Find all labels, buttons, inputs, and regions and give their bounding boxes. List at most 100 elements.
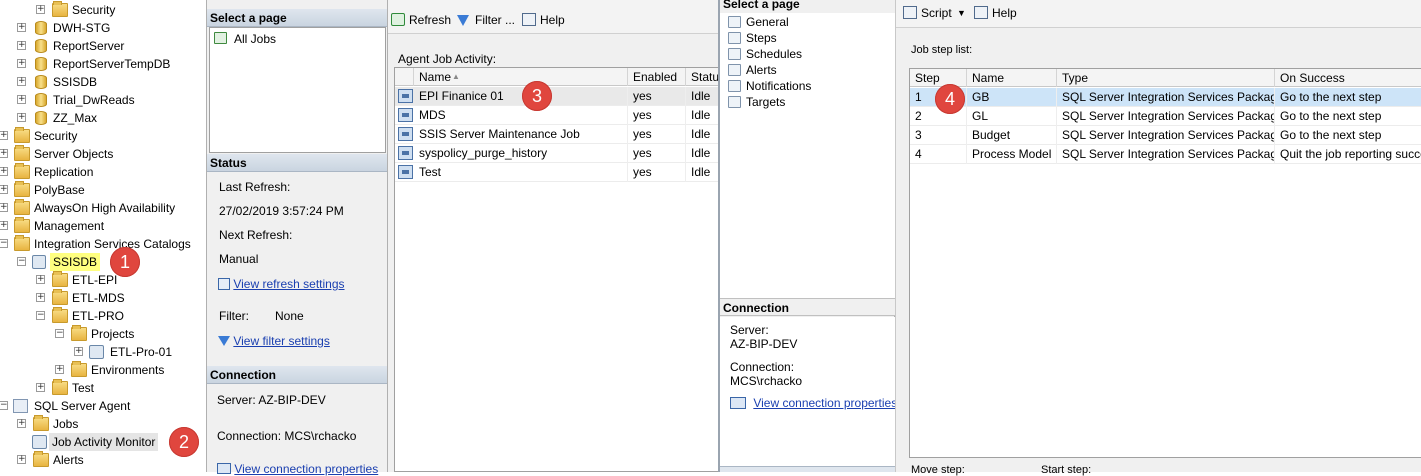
database-icon [35,111,47,125]
status-header: Status [207,154,387,172]
expand-icon[interactable]: + [0,149,8,158]
expand-icon[interactable]: + [0,131,8,140]
tree-node-integration-services-catalogs[interactable]: − Integration Services Catalogs [0,235,204,253]
view-refresh-settings-link[interactable]: View refresh settings [233,277,344,291]
expand-icon[interactable]: + [17,419,26,428]
help-button[interactable]: Help [522,11,565,29]
job-row[interactable]: MDS yes Idle [395,106,726,125]
move-step-label: Move step: [911,464,965,476]
step-row[interactable]: 3 Budget SQL Server Integration Services… [910,126,1421,145]
view-filter-settings-link[interactable]: View filter settings [233,334,330,348]
filter-button[interactable]: Filter ... [457,11,515,29]
connection-properties-link-row[interactable]: View connection properties [217,462,378,476]
column-header-type[interactable]: Type [1057,69,1275,87]
grid-header-icon-col [395,68,414,86]
column-header-enabled[interactable]: Enabled [628,68,686,86]
help-icon [974,6,988,19]
tree-node-alerts[interactable]: + Alerts [17,451,197,469]
job-row[interactable]: syspolicy_purge_history yes Idle [395,144,726,163]
help-button[interactable]: Help [974,4,1017,22]
tree-node-etl-pro-01[interactable]: + ETL-Pro-01 [74,343,204,361]
connection-properties-icon [217,463,231,474]
collapse-icon[interactable]: − [0,239,8,248]
tree-node-sql-server-agent[interactable]: − SQL Server Agent [0,397,199,415]
start-step-label: Start step: [1041,464,1092,476]
expand-icon[interactable]: + [36,293,45,302]
tree-node-management[interactable]: + Management [0,217,199,235]
expand-icon[interactable]: + [0,167,8,176]
connection-header: Connection [720,298,895,316]
script-button[interactable]: Script [903,4,952,22]
expand-icon[interactable]: + [17,455,26,464]
tree-node-replication[interactable]: + Replication [0,163,199,181]
expand-icon[interactable]: + [55,365,64,374]
job-row[interactable]: SSIS Server Maintenance Job yes Idle [395,125,726,144]
folder-icon [14,217,30,233]
column-header-on-success[interactable]: On Success [1275,69,1421,87]
expand-icon[interactable]: + [17,23,26,32]
expand-icon[interactable]: + [17,113,26,122]
job-icon [398,146,413,160]
script-dropdown-arrow[interactable]: ▼ [957,4,966,22]
tree-node-ssisdb-catalog[interactable]: − SSISDB [17,253,117,271]
tree-node-alwayson[interactable]: + AlwaysOn High Availability [0,199,204,217]
expand-icon[interactable]: + [0,185,8,194]
step-row[interactable]: 1 GB SQL Server Integration Services Pac… [910,88,1421,107]
tree-node-dwh-stg[interactable]: + DWH-STG [17,19,197,37]
tree-node-projects[interactable]: − Projects [55,325,195,343]
folder-icon [71,325,87,341]
refresh-settings-link-row[interactable]: View refresh settings [218,277,345,291]
job-row[interactable]: EPI Finanice 01 yes Idle [395,87,726,106]
column-header-step[interactable]: Step [910,69,967,87]
tree-node-jobs[interactable]: + Jobs [17,415,197,433]
folder-icon [14,199,30,215]
page-icon [728,48,741,60]
tree-node-trial-dwreads[interactable]: + Trial_DwReads [17,91,197,109]
expand-icon[interactable]: + [36,383,45,392]
connection-properties-link-row[interactable]: View connection properties [730,396,897,410]
expand-icon[interactable]: + [17,59,26,68]
steps-toolbar: Script ▼ Help [896,0,1421,28]
expand-icon[interactable]: + [36,5,45,14]
job-row[interactable]: Test yes Idle [395,163,726,182]
tree-node-security[interactable]: + Security [0,127,199,145]
tree-node-etl-mds[interactable]: + ETL-MDS [36,289,196,307]
next-refresh-value: Manual [219,252,259,266]
tree-node-server-objects[interactable]: + Server Objects [0,145,199,163]
column-header-name[interactable]: Name [967,69,1057,87]
tree-node-ssisdb-database[interactable]: + SSISDB [17,73,197,91]
step-row[interactable]: 4 Process Model SQL Server Integration S… [910,145,1421,164]
collapse-icon[interactable]: − [17,257,26,266]
select-page-header: Select a page [207,9,387,27]
view-connection-properties-link[interactable]: View connection properties [753,396,897,410]
expand-icon[interactable]: + [17,41,26,50]
tree-node-polybase[interactable]: + PolyBase [0,181,199,199]
collapse-icon[interactable]: − [36,311,45,320]
expand-icon[interactable]: + [0,221,8,230]
tree-node-zz-max[interactable]: + ZZ_Max [17,109,197,127]
step-row[interactable]: 2 GL SQL Server Integration Services Pac… [910,107,1421,126]
expand-icon[interactable]: + [0,203,8,212]
jobs-page-icon [214,32,227,44]
expand-icon[interactable]: + [17,95,26,104]
tree-node-test-folder[interactable]: + Test [36,379,196,397]
tree-node-environments[interactable]: + Environments [55,361,200,379]
expand-icon[interactable]: + [17,77,26,86]
expand-icon[interactable]: + [36,275,45,284]
view-connection-properties-link[interactable]: View connection properties [234,462,378,476]
database-icon [35,93,47,107]
tree-node-etl-pro[interactable]: − ETL-PRO [36,307,196,325]
column-header-name[interactable]: Name ▲ [414,68,628,86]
collapse-icon[interactable]: − [55,329,64,338]
filter-settings-link-row[interactable]: View filter settings [218,334,330,348]
tree-node-reportservertempdb[interactable]: + ReportServerTempDB [17,55,202,73]
collapse-icon[interactable]: − [0,401,8,410]
job-steps-pane: Script ▼ Help Job step list: Step Name T… [895,0,1421,476]
sort-ascending-icon: ▲ [452,72,460,81]
tree-node-security-db[interactable]: + Security [36,1,196,19]
script-icon [903,6,917,19]
refresh-button[interactable]: Refresh [391,11,451,29]
expand-icon[interactable]: + [74,347,83,356]
tree-node-reportserver[interactable]: + ReportServer [17,37,197,55]
server-text: Server: AZ-BIP-DEV [217,393,326,407]
